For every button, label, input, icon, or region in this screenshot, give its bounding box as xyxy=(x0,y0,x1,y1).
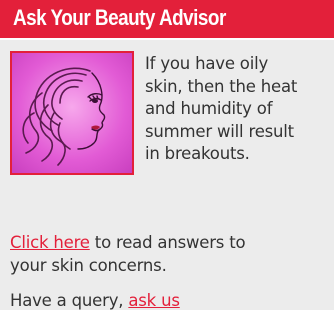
answers-line-2: your skin concerns. xyxy=(10,255,167,275)
tip-line: summer will result xyxy=(145,121,294,141)
answers-text: Click here to read answers to your skin … xyxy=(10,232,332,277)
widget-title: Ask Your Beauty Advisor xyxy=(13,5,226,30)
query-label: Have a query, xyxy=(10,291,129,310)
tip-line: in breakouts. xyxy=(145,144,250,163)
tip-line: and humidity of xyxy=(145,99,273,118)
beauty-tip: If you have oily skin, then the heat and… xyxy=(145,53,331,166)
answers-line-1: Click here to read answers to xyxy=(10,232,332,255)
tip-line: skin, then the heat xyxy=(145,76,298,96)
answers-text-rest: to read answers to xyxy=(89,233,246,252)
woman-face-illustration-icon xyxy=(12,53,132,173)
click-here-link[interactable]: Click here xyxy=(10,233,90,252)
widget-header: Ask Your Beauty Advisor xyxy=(0,0,334,40)
tip-line: If you have oily xyxy=(145,54,269,73)
advisor-image[interactable] xyxy=(10,51,134,175)
ask-us-link[interactable]: ask us xyxy=(128,291,180,310)
beauty-advisor-widget: Ask Your Beauty Advisor If you have oily… xyxy=(0,0,334,310)
query-text: Have a query, ask us xyxy=(10,290,180,313)
